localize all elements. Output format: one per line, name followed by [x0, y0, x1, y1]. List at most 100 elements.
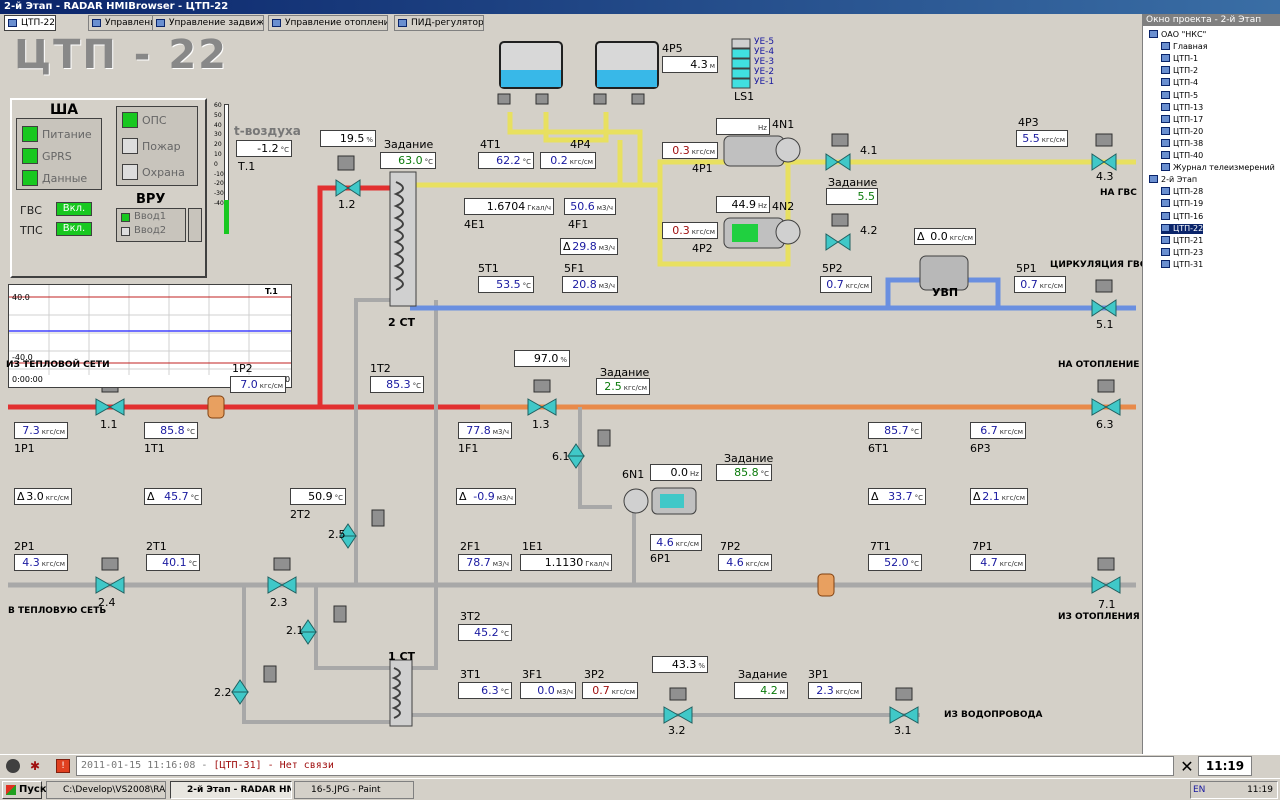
tag-7p1: 7Р1: [972, 540, 993, 553]
filter-supply: [207, 395, 225, 419]
tree-item[interactable]: ЦТП-31: [1161, 259, 1204, 270]
error-log-icon[interactable]: !: [56, 759, 70, 773]
tree-item[interactable]: Журнал телеизмерений: [1161, 163, 1275, 173]
tree-item-label: ЦТП-31: [1173, 259, 1204, 269]
tag-3-1: 3.1: [894, 724, 912, 737]
windows-logo-icon: [6, 785, 16, 795]
setpoint-85-8[interactable]: 85.8 °C: [716, 464, 772, 481]
tree-item[interactable]: ЦТП-4: [1161, 78, 1198, 88]
tree-item[interactable]: ОАО "НКС": [1149, 30, 1206, 40]
folder-icon: [1161, 102, 1170, 111]
tps-on-button[interactable]: Вкл.: [56, 222, 92, 236]
tree-item-label: ЦТП-28: [1173, 187, 1204, 197]
tree-item[interactable]: ЦТП-1: [1161, 54, 1198, 64]
tree-item[interactable]: ЦТП-21: [1161, 235, 1204, 246]
tree-item[interactable]: ЦТП-5: [1161, 90, 1198, 101]
tag-2-1: 2.1: [286, 624, 304, 637]
temp-2t1: 40.1 °C: [146, 554, 200, 571]
label-guard: Охрана: [142, 166, 185, 179]
setpoint-4-2[interactable]: 4.2 м: [734, 682, 788, 699]
pump-6n1-freq: 0.0 Hz: [650, 464, 702, 481]
setpoint-63[interactable]: 63.0 °C: [380, 152, 436, 169]
pipe-1st-supply: [314, 585, 390, 670]
tree-item[interactable]: ЦТП-19: [1161, 199, 1203, 209]
tree-item[interactable]: ЦТП-22: [1161, 223, 1204, 234]
start-button[interactable]: Пуск: [2, 781, 47, 799]
taskbar-item-paint[interactable]: 16-5.JPG - Paint: [294, 781, 414, 799]
screen-icon: [272, 19, 281, 27]
tree-item-label: ЦТП-20: [1173, 126, 1204, 136]
tree-item-label: ЦТП-1: [1173, 54, 1199, 64]
tab-label: ЦТП-22: [21, 18, 55, 28]
tree-item[interactable]: ЦТП-38: [1161, 138, 1203, 149]
gvs-on-button[interactable]: Вкл.: [56, 202, 92, 216]
close-message-icon[interactable]: ✕: [1178, 757, 1196, 777]
tree-item[interactable]: ЦТП-20: [1161, 126, 1204, 137]
screen-icon: [8, 19, 17, 27]
valve-1-3-position[interactable]: 97.0%: [514, 350, 570, 367]
valve-3-2-position[interactable]: 43.3%: [652, 656, 708, 673]
tree-item-label: ЦТП-2: [1173, 66, 1199, 76]
trend-time: 0:00:00: [12, 375, 43, 384]
tree-item[interactable]: ЦТП-40: [1161, 151, 1203, 161]
folder-icon: [1161, 151, 1170, 159]
tree-item-label: ЦТП-16: [1173, 211, 1204, 221]
tab-heating[interactable]: Управление отоплением: [268, 15, 388, 31]
flow-4f1: 50.6 м3/ч: [564, 198, 616, 215]
tree-item[interactable]: ЦТП-2: [1161, 66, 1198, 76]
tree-item-label: ЦТП-4: [1173, 78, 1199, 88]
label-to-heat-net: В ТЕПЛОВУЮ СЕТЬ: [8, 606, 107, 616]
tag-5p1: 5Р1: [1016, 262, 1037, 275]
folder-icon: [1161, 126, 1170, 135]
taskbar-item-hmi[interactable]: 2-й Этап - RADAR HM...: [170, 781, 292, 799]
windows-taskbar: Пуск C:\Develop\VS2008\RAD... 2-й Этап -…: [0, 778, 1280, 800]
tag-1f1: 1F1: [458, 442, 479, 455]
tree-item[interactable]: ЦТП-16: [1161, 211, 1204, 222]
tree-item[interactable]: ЦТП-17: [1161, 114, 1203, 125]
power-icon[interactable]: [6, 759, 20, 773]
temp-1t2: 85.3 °C: [370, 376, 424, 393]
hx-2st-label: 2 СТ: [388, 316, 416, 329]
tab-label: Управление отоплением: [285, 18, 387, 28]
label-to-heating: НА ОТОПЛЕНИЕ: [1058, 360, 1140, 370]
led-input1: [121, 213, 130, 222]
pressure-4p4: 0.2 кгс/см: [540, 152, 596, 169]
tree-item[interactable]: Главная: [1161, 42, 1208, 52]
language-indicator[interactable]: EN: [1191, 782, 1205, 798]
led-gprs: [22, 148, 38, 164]
pump-4n1-freq: Hz: [716, 118, 770, 135]
window-titlebar[interactable]: 2-й Этап - RADAR HMIBrowser - ЦТП-22: [0, 0, 1280, 14]
setpoint-5-5[interactable]: 5.5: [826, 188, 878, 205]
valve-1-2-position[interactable]: 19.5%: [320, 130, 376, 147]
tree-item-label: ЦТП-21: [1173, 235, 1204, 245]
folder-icon: [1161, 138, 1170, 147]
tree-item[interactable]: ЦТП-23: [1161, 247, 1203, 258]
pressure-6p1: 4.6 кгс/см: [650, 534, 702, 551]
label-gprs: GPRS: [42, 150, 72, 163]
pipe-tank-2: [543, 112, 609, 143]
taskbar-item-develop[interactable]: C:\Develop\VS2008\RAD...: [46, 781, 166, 799]
tree-item[interactable]: ЦТП-28: [1161, 187, 1203, 197]
label-from-heat-net: ИЗ ТЕПЛОВОЙ СЕТИ: [6, 360, 110, 370]
pressure-7p1: 4.7 кгс/см: [970, 554, 1026, 571]
system-tray: EN 11:19: [1190, 781, 1278, 799]
tag-4n2: 4N2: [772, 200, 795, 213]
setpoint-2-5[interactable]: 2.5 кгс/см: [596, 378, 650, 395]
tab-pid[interactable]: ПИД-регуляторы: [394, 15, 484, 31]
led-power: [22, 126, 38, 142]
delta-flow-1: Δ -0.9 м3/ч: [456, 488, 516, 505]
screen-icon: [398, 19, 407, 27]
tree-item[interactable]: 2-й Этап: [1149, 175, 1197, 185]
screen-icon: [156, 19, 165, 27]
tab-ctp22[interactable]: ЦТП-22: [4, 15, 56, 31]
pressure-3p1: 2.3 кгс/см: [808, 682, 862, 699]
tab-valve[interactable]: Управление задвижкой: [152, 15, 264, 31]
delta-pressure-1: Δ 3.0 кгс/см: [14, 488, 72, 505]
tree-item[interactable]: ЦТП-13: [1161, 102, 1203, 113]
filter-return: [817, 573, 835, 597]
alarm-off-icon[interactable]: ✱: [30, 759, 46, 773]
led-input2: [121, 227, 130, 236]
tag-2t2: 2Т2: [290, 508, 311, 521]
tray-clock: 11:19: [1247, 785, 1273, 795]
temp-3t1: 6.3 °C: [458, 682, 512, 699]
